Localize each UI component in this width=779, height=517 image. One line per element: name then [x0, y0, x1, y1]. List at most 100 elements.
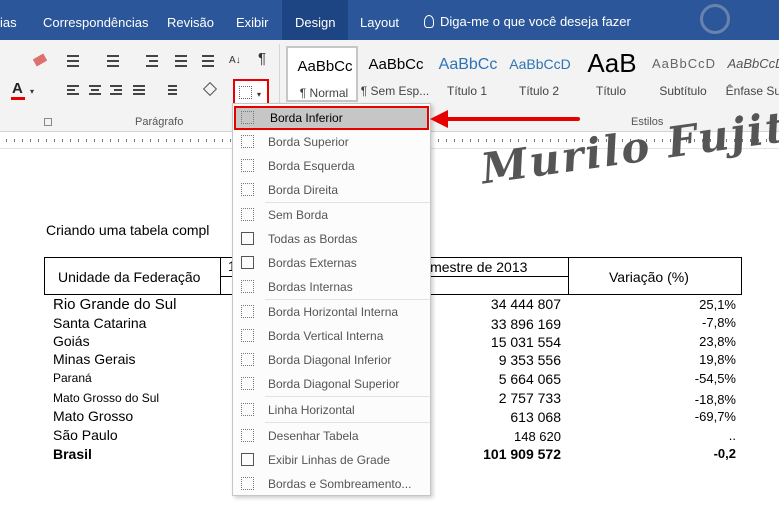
ruler-tick	[446, 139, 447, 142]
font-color-button[interactable]: A	[10, 80, 28, 100]
tab-exibir[interactable]: Exibir	[236, 15, 269, 30]
table-row-variation: 19,8%	[699, 352, 736, 367]
menu-item-label: Exibir Linhas de Grade	[268, 453, 391, 467]
tab-referencias[interactable]: ias	[0, 15, 17, 30]
tab-revisao[interactable]: Revisão	[167, 15, 214, 30]
menu-item-label: Bordas e Sombreamento...	[268, 477, 412, 491]
tell-me-box[interactable]: Diga-me o que você deseja fazer	[424, 14, 631, 29]
style-no-spacing[interactable]: AaBbCc ¶ Sem Esp...	[359, 46, 431, 102]
ruler-tick	[70, 139, 71, 142]
style-normal[interactable]: AaBbCc ¶ Normal	[286, 46, 358, 102]
border-top-icon	[241, 135, 254, 148]
menu-item-label: Borda Diagonal Inferior	[268, 353, 392, 367]
menu-item-desenhar-tabela[interactable]: Desenhar Tabela	[234, 424, 429, 448]
menu-item-bordas-internas[interactable]: Bordas Internas	[234, 275, 429, 299]
table-row-variation: -69,7%	[694, 409, 736, 424]
menu-item-todas-as-bordas[interactable]: Todas as Bordas	[234, 227, 429, 251]
menu-item-borda-esquerda[interactable]: Borda Esquerda	[234, 154, 429, 178]
ruler-tick	[54, 139, 55, 142]
style-name: ¶ Sem Esp...	[360, 84, 430, 98]
style-subtle-emphasis[interactable]: AaBbCcD Ênfase Sut	[719, 46, 779, 102]
sort-icon[interactable]: A↓	[229, 50, 247, 68]
style-name: ¶ Normal	[299, 86, 349, 100]
menu-item-sem-borda[interactable]: Sem Borda	[234, 203, 429, 227]
table-row-variation: -7,8%	[702, 315, 736, 330]
menu-item-label: Todas as Bordas	[268, 232, 358, 246]
align-left-icon[interactable]	[64, 82, 82, 100]
inside-borders-icon	[241, 280, 254, 293]
bullets-icon[interactable]	[64, 52, 82, 70]
ruler-tick	[158, 139, 159, 142]
diagonal-down-border-icon	[241, 353, 254, 366]
style-name: Título	[595, 84, 626, 98]
ruler-tick	[478, 139, 479, 142]
outside-borders-icon	[241, 256, 254, 269]
chevron-down-icon[interactable]: ▾	[30, 87, 34, 96]
decrease-indent-icon[interactable]	[172, 52, 190, 70]
shading-icon[interactable]	[202, 81, 220, 100]
ruler-tick	[230, 139, 231, 142]
horizontal-line-icon	[241, 403, 254, 416]
line-spacing-icon[interactable]	[162, 82, 180, 100]
style-heading-1[interactable]: AaBbCc Título 1	[431, 46, 503, 102]
table-row-value: 101 909 572	[483, 446, 561, 462]
ruler-tick	[462, 139, 463, 142]
tab-correspondencias[interactable]: Correspondências	[43, 15, 149, 30]
style-name: Título 1	[446, 84, 488, 98]
menu-item-label: Borda Vertical Interna	[268, 329, 384, 343]
arrow-line	[444, 117, 580, 121]
justify-icon[interactable]	[130, 82, 148, 100]
menu-item-borda-vertical-interna[interactable]: Borda Vertical Interna	[234, 324, 429, 348]
table-row-variation: 23,8%	[699, 334, 736, 349]
style-sample: AaBbCcD	[509, 56, 571, 72]
menu-item-linha-horizontal[interactable]: Linha Horizontal	[234, 398, 429, 422]
style-name: Subtítulo	[659, 84, 707, 98]
align-right-icon[interactable]	[107, 82, 125, 100]
numbering-icon[interactable]	[104, 52, 122, 70]
increase-indent-icon[interactable]	[199, 52, 217, 70]
menu-separator	[265, 422, 430, 423]
menu-item-bordas-externas[interactable]: Bordas Externas	[234, 251, 429, 275]
menu-item-exibir-linhas-de-grade[interactable]: Exibir Linhas de Grade	[234, 448, 429, 472]
ribbon-tab-bar: ias Correspondências Revisão Exibir Desi…	[0, 0, 779, 40]
ruler-tick	[174, 139, 175, 142]
eraser-icon[interactable]	[32, 52, 50, 70]
menu-item-borda-direita[interactable]: Borda Direita	[234, 178, 429, 202]
style-subtitle[interactable]: AaBbCcD Subtítulo	[647, 46, 719, 102]
menu-item-borda-inferior[interactable]: Borda Inferior	[234, 106, 429, 130]
table-row-state: Paraná	[53, 371, 92, 385]
draw-table-icon	[241, 429, 254, 442]
table-row-value: 34 444 807	[490, 296, 561, 312]
style-heading-2[interactable]: AaBbCcD Título 2	[503, 46, 575, 102]
multilevel-list-icon[interactable]	[143, 52, 161, 70]
dialog-launcher-icon[interactable]	[44, 118, 52, 126]
watermark-logo-icon	[700, 4, 730, 34]
table-row-variation: -54,5%	[694, 371, 736, 386]
tab-layout[interactable]: Layout	[360, 15, 399, 30]
style-sample: AaBbCcD	[651, 56, 717, 71]
show-formatting-icon[interactable]: ¶	[258, 50, 276, 68]
style-title[interactable]: AaB Título	[575, 46, 647, 102]
menu-item-borda-horizontal-interna[interactable]: Borda Horizontal Interna	[234, 300, 429, 324]
menu-item-borda-diagonal-superior[interactable]: Borda Diagonal Superior	[234, 372, 429, 396]
menu-item-label: Borda Superior	[268, 135, 349, 149]
menu-item-borda-diagonal-inferior[interactable]: Borda Diagonal Inferior	[234, 348, 429, 372]
style-sample: AaB	[587, 48, 637, 78]
tab-design[interactable]: Design	[282, 0, 349, 40]
borders-dropdown-button[interactable]: ▾	[233, 79, 269, 105]
diagonal-up-border-icon	[241, 377, 254, 390]
menu-item-label: Desenhar Tabela	[268, 429, 359, 443]
menu-item-bordas-e-sombreamento[interactable]: Bordas e Sombreamento...	[234, 472, 429, 496]
menu-item-label: Borda Horizontal Interna	[268, 305, 399, 319]
menu-item-borda-superior[interactable]: Borda Superior	[234, 130, 429, 154]
table-row-value: 148 620	[514, 429, 561, 444]
align-center-icon[interactable]	[86, 82, 104, 100]
menu-item-label: Linha Horizontal	[268, 403, 355, 417]
table-row-value: 613 068	[510, 409, 561, 425]
view-gridlines-icon	[241, 453, 254, 466]
document-heading[interactable]: Criando uma tabela compl	[46, 222, 209, 238]
menu-separator	[265, 396, 430, 397]
ruler-tick	[486, 139, 487, 142]
ruler-tick	[206, 139, 207, 142]
menu-item-label: Borda Esquerda	[268, 159, 355, 173]
